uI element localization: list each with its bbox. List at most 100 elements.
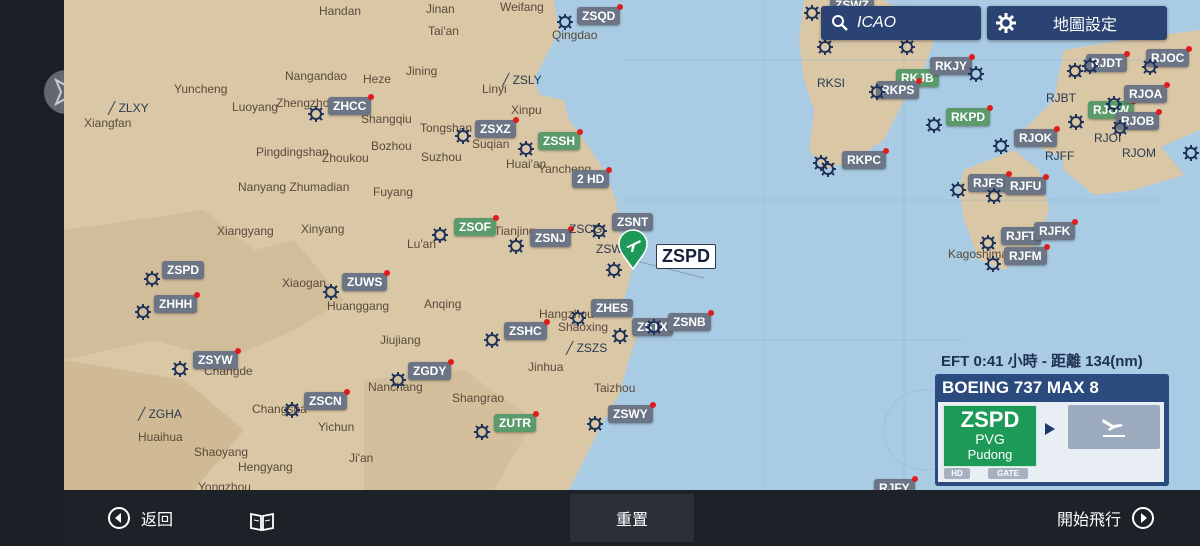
place-label: Xiangyang	[217, 224, 274, 238]
airport-tag[interactable]: RJFF	[1045, 149, 1074, 163]
place-label: Weifang	[500, 0, 544, 14]
map-settings-label: 地圖設定	[1053, 17, 1118, 34]
airport-tag[interactable]: ZSWY	[608, 402, 656, 423]
airport-tag[interactable]: RJFS	[968, 171, 1012, 192]
place-label: Lu'an	[407, 237, 436, 251]
place-label: Jining	[406, 64, 438, 78]
airport-tag[interactable]: ZSTX	[632, 318, 673, 336]
airport-tag[interactable]: ZSQD	[577, 4, 624, 25]
place-label: Huaihua	[138, 430, 183, 444]
airport-tag[interactable]: ZHCC	[328, 94, 375, 115]
gate-chip: GATE	[988, 468, 1028, 479]
airport-tag[interactable]: RJOI	[1094, 131, 1121, 145]
bottom-bar: 返回 重置 開始飛行	[64, 490, 1200, 546]
airport-tag[interactable]: ZSYW	[193, 348, 241, 369]
play-arrow-icon	[1044, 422, 1056, 436]
airport-tag[interactable]: RJFM	[1004, 244, 1050, 265]
place-label: Xiangfan	[84, 116, 132, 130]
airport-tag[interactable]: RJOM	[1122, 146, 1156, 160]
airport-tag[interactable]: ╱ ZGHA	[138, 407, 182, 421]
place-label: Luoyang	[232, 100, 279, 114]
airport-tag[interactable]: ZSHC	[504, 319, 550, 340]
place-label: Xinyang	[301, 222, 345, 236]
place-label: Handan	[319, 4, 362, 18]
airport-tag[interactable]: RJFK	[1034, 219, 1079, 240]
screen: Handan Jinan Weifang Qingdao Tai'an Yunc…	[0, 0, 1200, 546]
icao-search-label: ICAO	[857, 14, 897, 31]
place-label: Yuncheng	[174, 82, 228, 96]
airport-tag[interactable]: RJOB	[1116, 109, 1163, 130]
airport-tag[interactable]: ZSCN	[304, 389, 350, 410]
place-label: Zhoukou	[322, 151, 369, 165]
start-flight-button[interactable]: 開始飛行	[1057, 506, 1155, 530]
airport-tag[interactable]: ZUTR	[494, 411, 539, 432]
airport-tag[interactable]: RJOA	[1124, 82, 1171, 103]
back-circle-icon	[107, 506, 131, 530]
place-label: Xinpu	[511, 103, 542, 117]
airport-tag[interactable]: ZSOF	[454, 215, 499, 236]
place-label: Kagoshima	[948, 247, 1009, 261]
place-label: Ji'an	[349, 451, 374, 465]
departure-marker-icon[interactable]	[617, 228, 649, 270]
hd-chip: HD	[944, 468, 970, 479]
airport-tag[interactable]: ZGDY	[408, 359, 455, 380]
airport-tag[interactable]: ZSCG	[569, 222, 602, 236]
place-label: Jiujiang	[380, 333, 421, 347]
airport-tag[interactable]: RJFU	[1005, 174, 1050, 195]
departure-name: Pudong	[967, 447, 1013, 462]
airport-tag[interactable]: ZSNB	[668, 310, 714, 331]
airport-tag[interactable]: ╱ ZSLY	[502, 73, 542, 87]
place-label: Heze	[363, 72, 392, 86]
airport-tag[interactable]: RJFY	[874, 476, 918, 490]
flight-panel: EFT 0:41 小時 - 距離 134(nm) BOEING 737 MAX …	[935, 350, 1169, 486]
airport-tag[interactable]: ZSXZ	[475, 117, 519, 138]
airport-tag[interactable]: RJOK	[1014, 126, 1061, 147]
selected-airport-label[interactable]: ZSPD	[656, 244, 717, 269]
airport-tag[interactable]: 2 HD	[572, 167, 613, 188]
airport-tag[interactable]: RJBT	[1046, 91, 1076, 105]
airport-tag[interactable]: RKPC	[842, 148, 890, 169]
airport-tag[interactable]: ZSPD	[162, 261, 205, 279]
place-label: Tongshan	[420, 121, 473, 135]
start-flight-label: 開始飛行	[1057, 512, 1122, 529]
map-settings-button[interactable]: 地圖設定	[987, 6, 1167, 40]
airport-tag[interactable]: RKPD	[946, 105, 994, 126]
departure-airport-box[interactable]: ZSPD PVG Pudong	[943, 405, 1037, 467]
airport-tag[interactable]: RJOC	[1146, 46, 1193, 67]
departure-iata: PVG	[975, 431, 1005, 447]
airport-tag[interactable]: RKSI	[817, 76, 845, 90]
place-label: Shangrao	[452, 391, 505, 405]
place-label: Taizhou	[594, 381, 636, 395]
back-label: 返回	[141, 512, 174, 529]
route-box: ZSPD PVG Pudong HD GATE	[938, 402, 1164, 482]
arrival-airport-box[interactable]	[1068, 405, 1160, 449]
gear-icon	[995, 12, 1017, 34]
airport-tag[interactable]: RKJY	[930, 54, 976, 75]
reset-button[interactable]: 重置	[570, 494, 694, 542]
airport-tag[interactable]: ZSNJ	[530, 226, 574, 247]
place-label: Shaoyang	[194, 445, 249, 459]
back-button[interactable]: 返回	[107, 506, 173, 530]
place-label: Jinhua	[528, 360, 564, 374]
airport-tag[interactable]: ZUWS	[342, 270, 391, 291]
place-label: Yichun	[318, 420, 355, 434]
place-label: Anqing	[424, 297, 462, 311]
place-label: Hengyang	[238, 460, 293, 474]
airport-tag[interactable]: ╱ ZLXY	[108, 101, 149, 115]
airport-tag[interactable]: ZSSH	[538, 129, 584, 150]
place-label: Fuyang	[373, 185, 414, 199]
airport-tag[interactable]: RJDT	[1086, 51, 1131, 72]
book-icon[interactable]	[249, 512, 275, 532]
place-label: Bozhou	[371, 139, 412, 153]
place-label: Pingdingshan	[256, 145, 329, 159]
airport-tag[interactable]: RKPS	[876, 78, 923, 99]
airport-tag[interactable]: ZHHH	[154, 292, 201, 313]
icao-search-button[interactable]: ICAO	[821, 6, 981, 40]
airport-tag[interactable]: ZHES	[591, 299, 634, 317]
landing-plane-icon	[1099, 415, 1129, 439]
play-circle-icon	[1131, 506, 1155, 530]
airport-tag[interactable]: ╱ ZSZS	[566, 341, 607, 355]
flight-card[interactable]: BOEING 737 MAX 8 ZSPD PVG Pudong HD GATE	[935, 374, 1169, 486]
place-label: Suzhou	[421, 150, 462, 164]
place-label: Yongzhou	[198, 480, 251, 490]
